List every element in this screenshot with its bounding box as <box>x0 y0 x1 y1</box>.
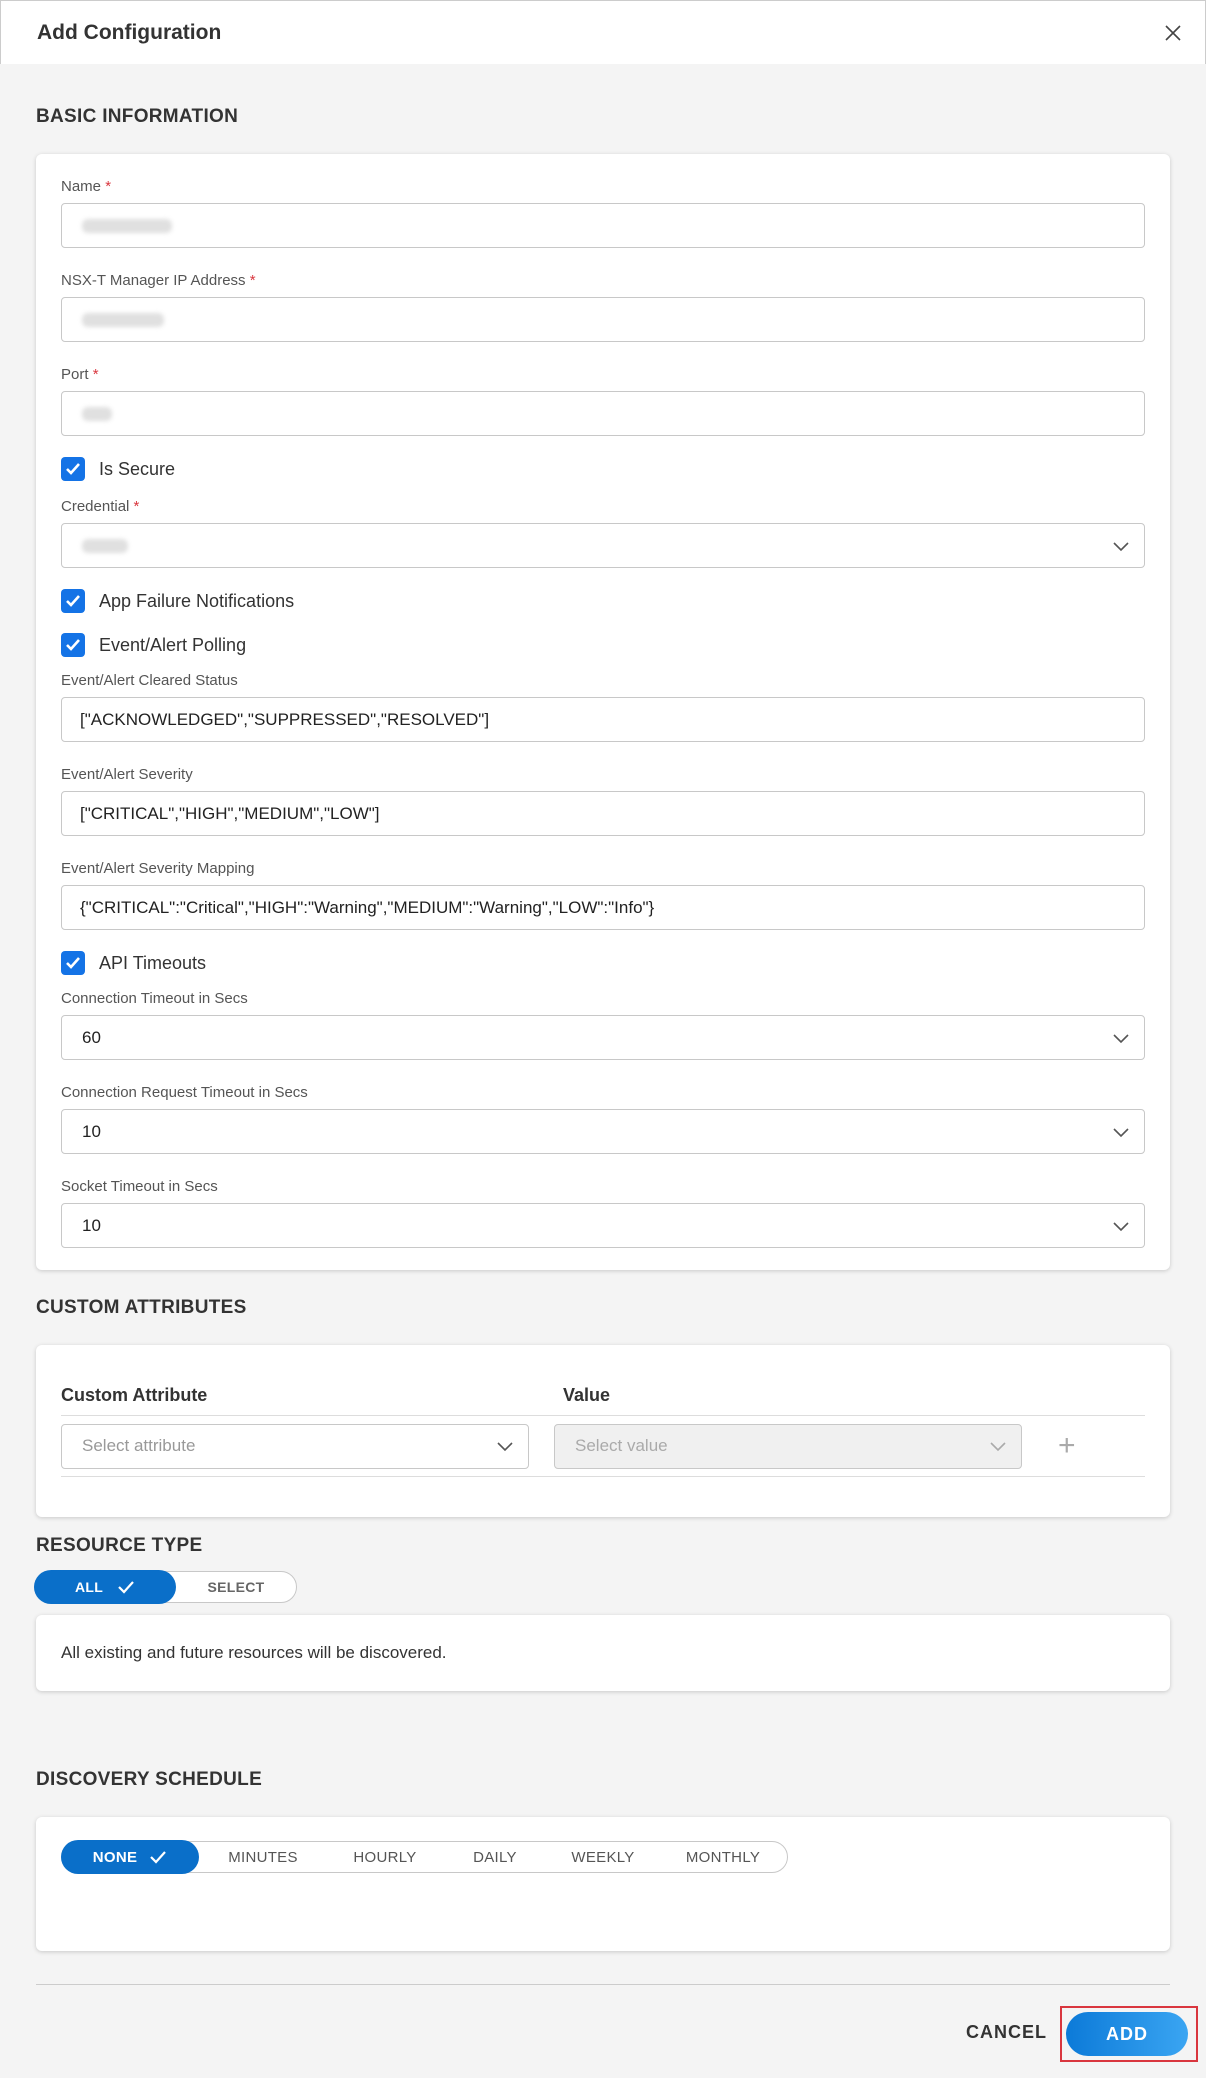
basic-information-title: BASIC INFORMATION <box>36 106 239 127</box>
is-secure-label: Is Secure <box>99 458 176 479</box>
resource-type-toggle: ALL SELECT <box>34 1570 297 1604</box>
is-secure-checkbox-row[interactable]: Is Secure <box>61 454 1145 484</box>
severity-input[interactable]: ["CRITICAL","HIGH","MEDIUM","LOW"] <box>61 791 1145 836</box>
cancel-button[interactable]: CANCEL <box>966 2022 1047 2043</box>
chevron-down-icon <box>1113 541 1129 551</box>
checkmark-icon <box>66 463 80 475</box>
attribute-select[interactable]: Select attribute <box>61 1423 529 1469</box>
resource-type-title: RESOURCE TYPE <box>36 1535 203 1556</box>
api-timeouts-label: API Timeouts <box>99 952 207 973</box>
chevron-down-icon <box>990 1442 1006 1452</box>
app-failure-checkbox[interactable] <box>61 589 85 613</box>
footer-divider <box>36 1984 1170 1985</box>
resource-type-all-option[interactable]: ALL <box>34 1570 176 1604</box>
event-polling-label: Event/Alert Polling <box>99 634 247 655</box>
resource-type-description: All existing and future resources will b… <box>61 1643 447 1662</box>
severity-mapping-label: Event/Alert Severity Mapping <box>61 860 255 877</box>
chevron-down-icon <box>1113 1127 1129 1137</box>
api-timeouts-checkbox[interactable] <box>61 951 85 975</box>
add-configuration-dialog: Add Configuration BASIC INFORMATION Name… <box>0 0 1206 2078</box>
name-input[interactable] <box>61 203 1145 248</box>
custom-attribute-column-header: Custom Attribute <box>61 1385 208 1405</box>
chevron-down-icon <box>1113 1033 1129 1043</box>
credential-select[interactable] <box>61 523 1145 568</box>
checkmark-icon <box>66 639 80 651</box>
dialog-title: Add Configuration <box>37 20 222 44</box>
custom-attributes-card: Custom Attribute Value Select attribute … <box>36 1345 1170 1517</box>
name-label: Name * <box>61 178 112 195</box>
checkmark-icon <box>118 1581 134 1594</box>
dialog-header: Add Configuration <box>0 0 1206 64</box>
connection-request-timeout-label: Connection Request Timeout in Secs <box>61 1084 308 1101</box>
is-secure-checkbox[interactable] <box>61 457 85 481</box>
schedule-option-none[interactable]: NONE <box>61 1840 199 1874</box>
schedule-option-weekly[interactable]: WEEKLY <box>547 1841 659 1873</box>
app-failure-checkbox-row[interactable]: App Failure Notifications <box>61 586 1145 616</box>
schedule-option-daily[interactable]: DAILY <box>443 1841 547 1873</box>
connection-request-timeout-select[interactable]: 10 <box>61 1109 1145 1154</box>
connection-timeout-select[interactable]: 60 <box>61 1015 1145 1060</box>
add-button[interactable]: ADD <box>1066 2012 1188 2056</box>
ip-address-label: NSX-T Manager IP Address * <box>61 272 256 289</box>
chevron-down-icon <box>497 1442 513 1452</box>
value-column-header: Value <box>563 1385 611 1405</box>
chevron-down-icon <box>1113 1221 1129 1231</box>
resource-type-select-option[interactable]: SELECT <box>176 1571 296 1603</box>
socket-timeout-label: Socket Timeout in Secs <box>61 1178 218 1195</box>
schedule-option-minutes[interactable]: MINUTES <box>199 1841 327 1873</box>
discovery-schedule-toggle: NONE MINUTES HOURLY DAILY WEEKLY MONTHLY <box>61 1840 788 1874</box>
port-input[interactable] <box>61 391 1145 436</box>
credential-label: Credential * <box>61 498 140 515</box>
severity-label: Event/Alert Severity <box>61 766 193 783</box>
severity-mapping-input[interactable]: {"CRITICAL":"Critical","HIGH":"Warning",… <box>61 885 1145 930</box>
event-polling-checkbox-row[interactable]: Event/Alert Polling <box>61 630 1145 660</box>
custom-attributes-header: Custom Attribute Value <box>61 1385 1145 1416</box>
close-icon[interactable] <box>1141 1 1205 65</box>
checkmark-icon <box>66 957 80 969</box>
api-timeouts-checkbox-row[interactable]: API Timeouts <box>61 948 1145 978</box>
connection-timeout-label: Connection Timeout in Secs <box>61 990 248 1007</box>
schedule-option-hourly[interactable]: HOURLY <box>327 1841 443 1873</box>
cleared-status-input[interactable]: ["ACKNOWLEDGED","SUPPRESSED","RESOLVED"] <box>61 697 1145 742</box>
ip-address-input[interactable] <box>61 297 1145 342</box>
custom-attribute-row: Select attribute Select value + <box>61 1416 1145 1477</box>
checkmark-icon <box>66 595 80 607</box>
socket-timeout-select[interactable]: 10 <box>61 1203 1145 1248</box>
plus-icon[interactable]: + <box>1058 1429 1076 1463</box>
basic-information-card: Name * NSX-T Manager IP Address * Port *… <box>36 154 1170 1270</box>
app-failure-label: App Failure Notifications <box>99 590 295 611</box>
discovery-schedule-card: NONE MINUTES HOURLY DAILY WEEKLY MONTHLY <box>36 1817 1170 1951</box>
resource-type-card: All existing and future resources will b… <box>36 1615 1170 1691</box>
custom-attributes-title: CUSTOM ATTRIBUTES <box>36 1297 247 1318</box>
port-label: Port * <box>61 366 99 383</box>
discovery-schedule-title: DISCOVERY SCHEDULE <box>36 1769 263 1790</box>
checkmark-icon <box>150 1851 167 1864</box>
cleared-status-label: Event/Alert Cleared Status <box>61 672 238 689</box>
schedule-option-monthly[interactable]: MONTHLY <box>659 1841 787 1873</box>
value-select[interactable]: Select value <box>554 1423 1022 1469</box>
event-polling-checkbox[interactable] <box>61 633 85 657</box>
